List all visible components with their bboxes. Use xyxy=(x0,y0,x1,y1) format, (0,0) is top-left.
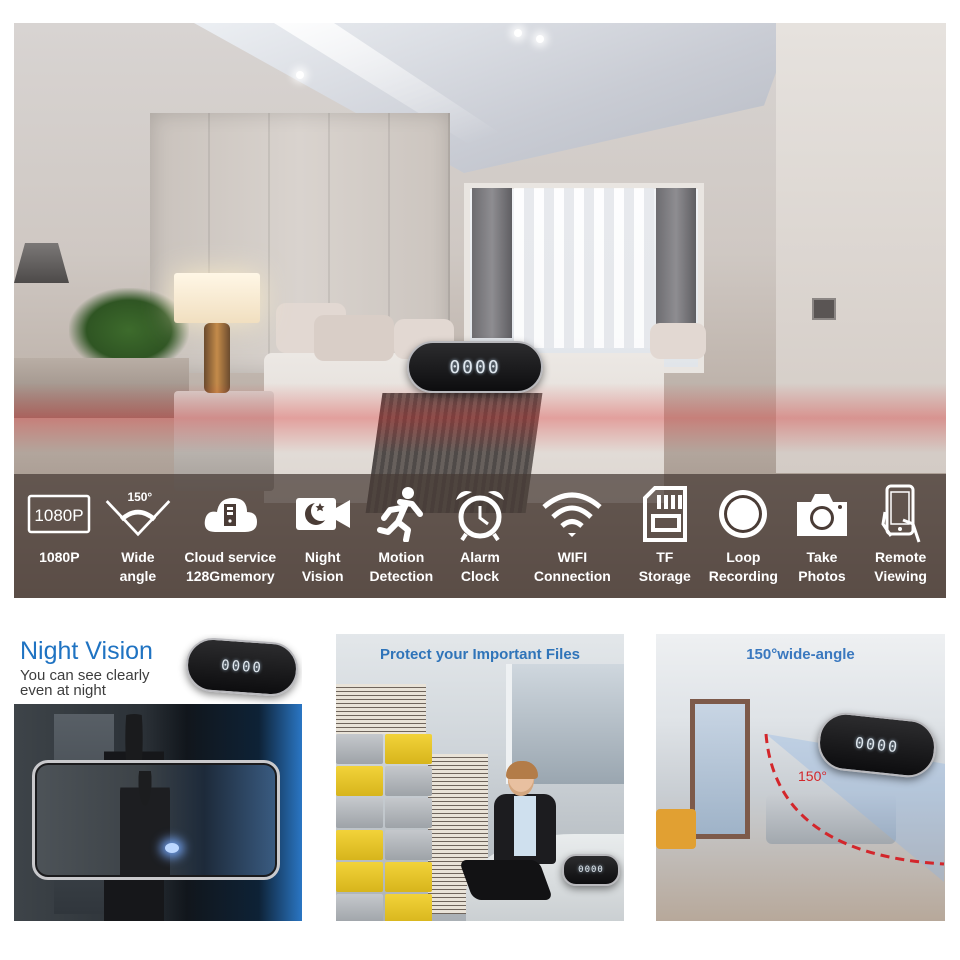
feature-label: Wide angle xyxy=(119,549,157,584)
resolution-1080p-icon: 1080P xyxy=(24,486,94,542)
feature-1080p: 1080P 1080P xyxy=(20,486,99,567)
feature-label: Cloud service 128Gmemory xyxy=(184,549,277,584)
feature-label: Take Photos xyxy=(798,549,846,584)
feature-wide-angle: 150° Wide angle xyxy=(99,486,178,586)
ceiling-spotlight xyxy=(296,71,304,79)
night-vision-camera-icon xyxy=(288,486,358,542)
wide-angle-icon: 150° xyxy=(103,486,173,542)
sd-card-icon xyxy=(630,486,700,542)
clock-display: 0000 xyxy=(854,733,900,757)
potted-plant xyxy=(69,288,189,358)
paper-stack xyxy=(336,684,426,734)
alarm-clock-icon xyxy=(445,486,515,542)
feature-label: Remote Viewing xyxy=(874,549,927,584)
camera-clock-device: 0000 xyxy=(407,341,543,393)
smartphone-hand-icon xyxy=(866,484,936,543)
wall-switch xyxy=(812,298,836,320)
feature-tf-storage: TF Storage xyxy=(625,486,704,586)
cloud-storage-icon xyxy=(195,486,265,542)
wifi-icon xyxy=(537,486,607,542)
infrared-beam xyxy=(14,383,946,453)
clock-display: 0000 xyxy=(578,865,604,875)
clock-display: 0000 xyxy=(220,657,264,677)
wide-angle-title: 150°wide-angle xyxy=(746,646,855,663)
camera-clock-device: 0000 xyxy=(184,636,300,698)
camera-icon xyxy=(787,486,857,542)
sheer-curtain xyxy=(514,188,654,348)
night-vision-title: Night Vision xyxy=(20,637,153,665)
feature-night-vision: Night Vision xyxy=(283,486,362,586)
angle-label: 150° xyxy=(798,768,827,784)
feature-cloud-service: Cloud service 128Gmemory xyxy=(177,486,283,586)
pillow xyxy=(314,315,394,361)
feature-take-photos: Take Photos xyxy=(783,486,862,586)
stressed-woman xyxy=(458,761,566,914)
flashlight-glow xyxy=(165,843,179,853)
clock-display: 0000 xyxy=(449,356,501,378)
curtain-right xyxy=(656,188,696,338)
night-vision-panel: Night Vision You can see clearly even at… xyxy=(14,634,302,921)
pillow xyxy=(650,323,706,359)
camera-clock-device: 0000 xyxy=(562,854,620,886)
running-person-icon xyxy=(366,486,436,542)
feature-alarm-clock: Alarm Clock xyxy=(441,486,520,586)
angle-icon-text: 150° xyxy=(127,490,152,504)
ceiling-spotlight xyxy=(514,29,522,37)
hero-bedroom-image: 0000 1080P 1080P 150° Wide angle Cloud s… xyxy=(14,23,946,598)
feature-label: Motion Detection xyxy=(369,549,434,584)
feature-label: 1080P xyxy=(39,549,80,565)
wall-lamp xyxy=(14,243,69,283)
feature-label: Alarm Clock xyxy=(460,549,500,584)
resolution-icon-text: 1080P xyxy=(35,506,84,525)
night-intruder-scene xyxy=(14,704,302,921)
chair xyxy=(656,809,696,849)
table-lamp-shade xyxy=(174,273,260,323)
record-loop-icon xyxy=(708,486,778,542)
smartphone-frame xyxy=(32,760,280,880)
storage-boxes xyxy=(336,734,432,921)
feature-label: TF Storage xyxy=(638,549,691,584)
protect-files-title: Protect your Important Files xyxy=(379,646,581,663)
curtain-left xyxy=(472,188,512,338)
feature-label: WIFI Connection xyxy=(533,549,611,584)
feature-strip: 1080P 1080P 150° Wide angle Cloud servic… xyxy=(14,474,946,598)
feature-label: Night Vision xyxy=(301,549,344,584)
protect-files-panel: 0000 Protect your Important Files xyxy=(336,634,624,921)
feature-remote-viewing: Remote Viewing xyxy=(861,484,940,586)
intruder-on-screen xyxy=(120,771,170,875)
wide-angle-panel: 0000 150° 150°wide-angle xyxy=(656,634,945,921)
feature-loop-recording: Loop Recording xyxy=(704,486,783,586)
feature-label: Loop Recording xyxy=(708,549,778,584)
feature-motion-detection: Motion Detection xyxy=(362,486,441,586)
night-vision-subtitle: You can see clearly even at night xyxy=(20,667,150,699)
feature-wifi: WIFI Connection xyxy=(519,486,625,586)
ceiling-spotlight xyxy=(536,35,544,43)
